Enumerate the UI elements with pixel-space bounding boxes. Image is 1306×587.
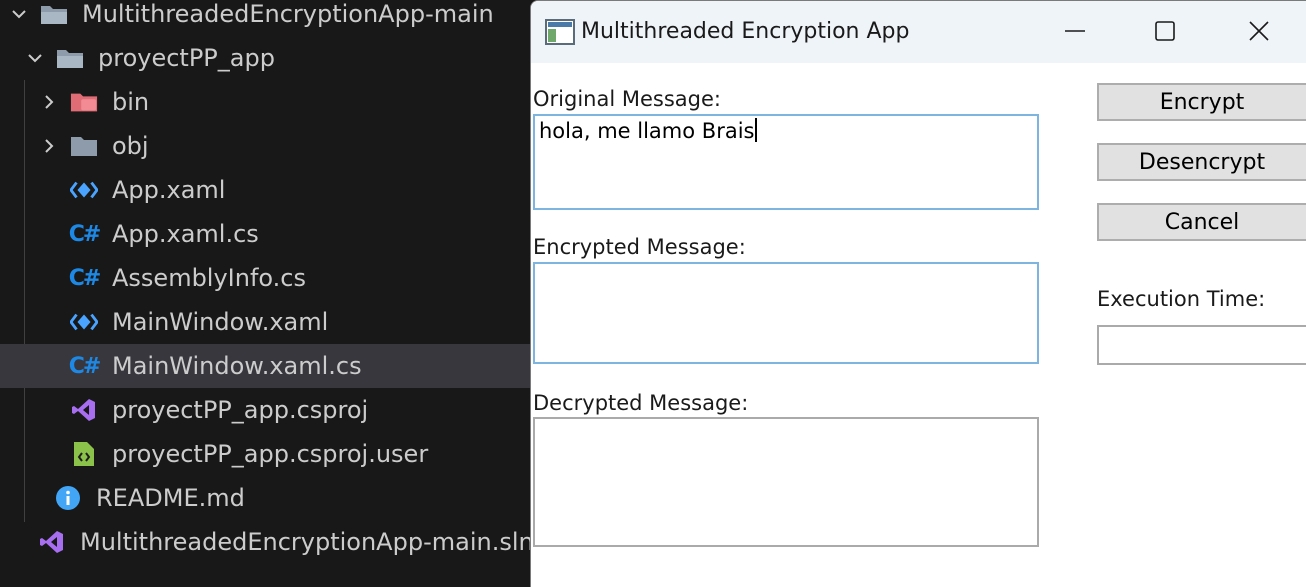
minimize-icon <box>1064 20 1086 46</box>
tree-item-label: AssemblyInfo.cs <box>112 264 307 292</box>
app-window-icon <box>545 19 575 45</box>
tree-item-app-xaml[interactable]: App.xaml <box>0 168 530 212</box>
info-icon <box>54 484 82 512</box>
decrypted-message-output[interactable] <box>533 417 1039 547</box>
decrypted-message-label: Decrypted Message: <box>533 391 749 415</box>
folder-open-icon <box>40 0 68 28</box>
file-explorer: MultithreadedEncryptionApp-main proyectP… <box>0 0 530 586</box>
cancel-button[interactable]: Cancel <box>1097 203 1306 241</box>
tree-item-label: proyectPP_app.csproj <box>112 396 369 424</box>
csharp-icon: C# <box>68 221 102 247</box>
tree-item-bin[interactable]: bin <box>0 80 530 124</box>
xml-file-icon <box>70 440 98 468</box>
tree-item-label: MainWindow.xaml.cs <box>112 352 362 380</box>
tree-item-label: MultithreadedEncryptionApp-main.sln <box>80 528 530 556</box>
xaml-icon <box>70 308 98 336</box>
chevron-down-icon <box>24 47 46 69</box>
tree-item-label: obj <box>112 132 149 160</box>
chevron-down-icon <box>8 3 30 25</box>
tree-item-label: MainWindow.xaml <box>112 308 329 336</box>
window-title: Multithreaded Encryption App <box>581 19 910 44</box>
tree-item-app-xaml-cs[interactable]: C# App.xaml.cs <box>0 212 530 256</box>
tree-item-readme[interactable]: README.md <box>0 476 530 520</box>
text-caret <box>755 118 758 142</box>
original-message-input[interactable]: hola, me llamo Brais <box>533 114 1039 210</box>
maximize-icon <box>1154 20 1176 46</box>
tree-item-project-folder[interactable]: proyectPP_app <box>0 36 530 80</box>
tree-item-label: App.xaml.cs <box>112 220 259 248</box>
folder-icon <box>70 132 98 160</box>
tree-item-csproj-user[interactable]: proyectPP_app.csproj.user <box>0 432 530 476</box>
chevron-right-icon <box>38 91 60 113</box>
xaml-icon <box>70 176 98 204</box>
tree-item-root-folder[interactable]: MultithreadedEncryptionApp-main <box>0 0 530 36</box>
maximize-button[interactable] <box>1135 13 1195 53</box>
title-bar[interactable]: Multithreaded Encryption App <box>531 1 1306 63</box>
tree-item-label: bin <box>112 88 150 116</box>
visual-studio-icon <box>38 528 66 556</box>
encrypted-message-label: Encrypted Message: <box>533 235 746 259</box>
execution-time-label: Execution Time: <box>1097 287 1266 311</box>
tree-item-obj[interactable]: obj <box>0 124 530 168</box>
tree-item-mainwindow-xaml[interactable]: MainWindow.xaml <box>0 300 530 344</box>
tree-item-csproj[interactable]: proyectPP_app.csproj <box>0 388 530 432</box>
close-button[interactable] <box>1229 13 1289 53</box>
encrypt-button[interactable]: Encrypt <box>1097 83 1306 121</box>
csharp-icon: C# <box>68 353 102 379</box>
original-message-text: hola, me llamo Brais <box>539 119 755 143</box>
tree-item-label: README.md <box>96 484 245 512</box>
execution-time-output[interactable] <box>1097 325 1306 365</box>
visual-studio-icon <box>70 396 98 424</box>
tree-item-label: App.xaml <box>112 176 226 204</box>
tree-item-label: proyectPP_app <box>98 44 275 72</box>
bin-folder-icon <box>70 88 98 116</box>
tree-item-label: proyectPP_app.csproj.user <box>112 440 429 468</box>
folder-open-icon <box>56 44 84 72</box>
chevron-right-icon <box>38 135 60 157</box>
original-message-label: Original Message: <box>533 87 721 111</box>
tree-item-assemblyinfo[interactable]: C# AssemblyInfo.cs <box>0 256 530 300</box>
tree-item-mainwindow-xaml-cs[interactable]: C# MainWindow.xaml.cs <box>0 344 530 388</box>
decrypt-button[interactable]: Desencrypt <box>1097 143 1306 181</box>
tree-item-label: MultithreadedEncryptionApp-main <box>82 0 494 28</box>
minimize-button[interactable] <box>1045 13 1105 53</box>
encrypted-message-output[interactable] <box>533 262 1039 364</box>
close-icon <box>1248 20 1270 46</box>
app-window: Multithreaded Encryption App Original Me… <box>530 0 1306 587</box>
tree-item-sln[interactable]: MultithreadedEncryptionApp-main.sln <box>0 520 530 564</box>
csharp-icon: C# <box>68 265 102 291</box>
